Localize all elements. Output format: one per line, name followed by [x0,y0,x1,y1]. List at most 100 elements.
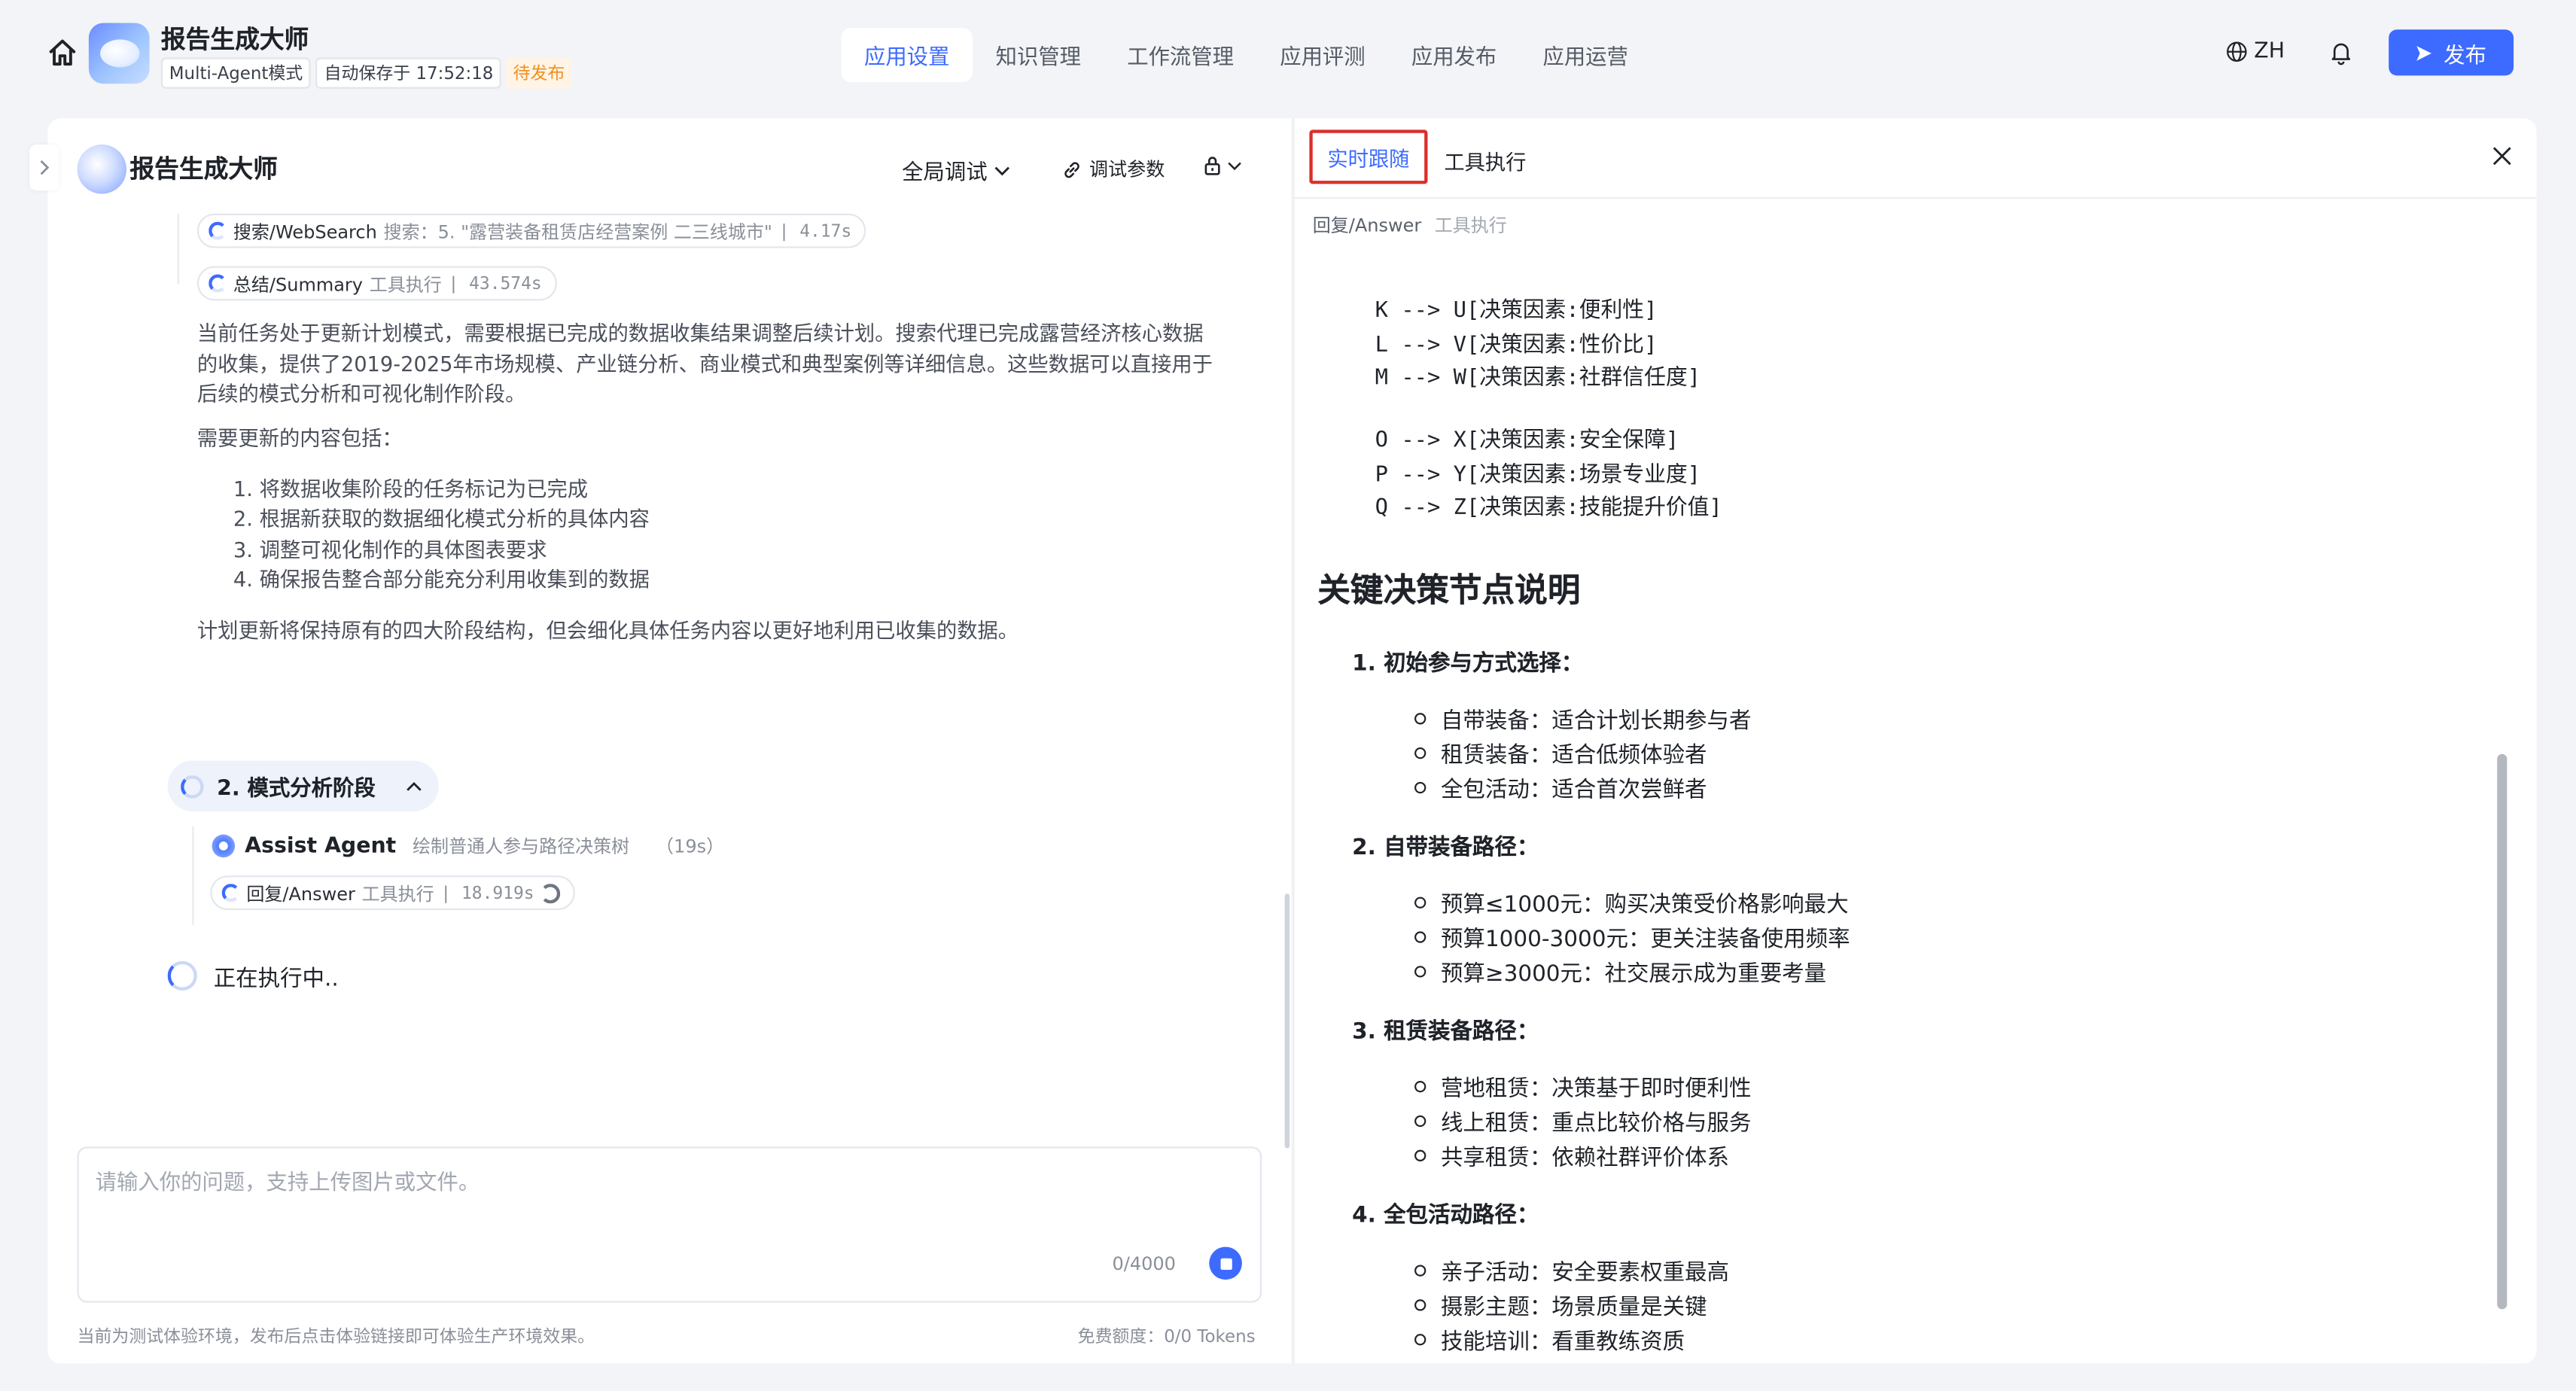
decision-bullet: 自带装备：适合计划长期参与者 [1414,702,1751,735]
tool-desc: 工具执行 [369,273,442,295]
decision-bullet: 线上租赁：重点比较价格与服务 [1414,1104,1751,1137]
publish-button[interactable]: 发布 [2389,29,2514,76]
tool-status-icon [221,884,240,902]
tool-chip-summary[interactable]: 总结/Summary 工具执行 | 43.574s [196,266,557,301]
agent-avatar [77,145,127,194]
debug-params-button[interactable]: 调试参数 [1061,156,1165,182]
trace-scrollbar[interactable] [2497,753,2507,1310]
decision-section-title: 1. 初始参与方式选择： [1352,650,1584,677]
update-items-list: 1. 将数据收集阶段的任务标记为已完成 2. 根据新获取的数据细化模式分析的具体… [233,475,650,595]
plan-update-paragraph: 当前任务处于更新计划模式，需要根据已完成的数据收集结果调整后续计划。搜索代理已完… [196,320,1213,406]
loading-spinner-icon [181,775,204,798]
stage-title: 2. 模式分析阶段 [217,777,376,802]
char-counter: 0/4000 [1112,1253,1176,1275]
status-badge: 待发布 [506,57,572,89]
code-line: M --> W[决策因素:社群信任度] [1375,367,1701,392]
tool-chip-websearch[interactable]: 搜索/WebSearch 搜索：5. "露营装备租赁店经营案例 二三线城市" |… [196,213,866,248]
language-label: ZH [2254,39,2285,65]
chevron-down-icon [1228,161,1241,170]
nav-tab-operations[interactable]: 应用运营 [1520,28,1652,82]
decision-bullet: 租赁装备：适合低频体验者 [1414,736,1707,769]
code-line: K --> U[决策因素:便利性] [1375,299,1658,324]
permission-dropdown[interactable] [1203,154,1242,175]
expand-sidebar-button[interactable] [29,145,59,191]
tab-tool-execution[interactable]: 工具执行 [1444,145,1526,175]
list-item: 1. 将数据收集阶段的任务标记为已完成 [233,476,589,501]
decision-bullet: 亲子活动：安全要素权重最高 [1414,1253,1729,1286]
publish-label: 发布 [2444,43,2487,68]
stage-thread-line [192,826,194,925]
language-switch[interactable]: ZH [2226,39,2285,64]
stop-icon [1219,1257,1232,1269]
decision-bullet: 预算≥3000元：社交展示成为重要考量 [1414,954,1826,988]
global-debug-label: 全局调试 [902,160,988,186]
send-icon [2417,45,2433,60]
thread-line [177,213,179,285]
decision-bullet: 全包活动：适合首次尝鲜者 [1414,771,1707,803]
divider [1294,196,2537,199]
chat-messages: 搜索/WebSearch 搜索：5. "露营装备租赁店经营案例 二三线城市" |… [47,213,1291,1134]
debug-chat-panel: 报告生成大师 全局调试 调试参数 搜索/WebSearch 搜索：5. "露营装… [47,118,1292,1364]
tool-time: | 18.919s [440,883,534,903]
app-logo [88,23,150,84]
tool-desc: 工具执行 [361,883,434,905]
autosave-tag: 自动保存于 17:52:18 [315,57,502,89]
decision-bullet: 营地租赁：决策基于即时便利性 [1414,1070,1751,1102]
tool-status-icon [209,221,227,240]
decision-bullet: 摄影主题：场景质量是关键 [1414,1288,1707,1321]
nav-tab-evaluation[interactable]: 应用评测 [1257,28,1389,82]
globe-icon [2227,41,2247,62]
debug-params-label: 调试参数 [1089,157,1165,181]
plan-summary-paragraph: 计划更新将保持原有的四大阶段结构，但会细化具体任务内容以更好地利用已收集的数据。 [196,617,1019,643]
global-debug-dropdown[interactable]: 全局调试 [902,154,1010,186]
tab-live-follow[interactable]: 实时跟随 [1309,129,1428,184]
main-nav: 应用设置 知识管理 工作流管理 应用评测 应用发布 应用运营 [841,28,1652,83]
loading-spinner-icon [540,883,561,903]
nav-tab-knowledge[interactable]: 知识管理 [973,28,1104,82]
home-icon[interactable] [46,36,79,69]
env-note: 当前为测试体验环境，发布后点击体验链接即可体验生产环境效果。 [77,1327,595,1347]
nav-tab-workflow[interactable]: 工作流管理 [1104,28,1257,82]
code-line: P --> Y[决策因素:场景专业度] [1375,462,1701,488]
assist-agent-time: （19s） [656,836,725,858]
decision-section-title: 4. 全包活动路径： [1352,1202,1539,1229]
chat-input[interactable] [95,1164,1229,1239]
code-line: O --> X[决策因素:安全保障] [1375,428,1679,454]
list-item: 4. 确保报告整合部分能充分利用收集到的数据 [233,566,650,592]
link-icon [1064,161,1079,178]
nav-tab-app-settings[interactable]: 应用设置 [841,28,973,83]
loading-spinner-icon [167,960,197,991]
decision-bullet: 预算≤1000元：购买决策受价格影响最大 [1414,885,1849,918]
chevron-up-icon [406,781,421,790]
tool-desc: 搜索：5. "露营装备租赁店经营案例 二三线城市" [383,221,772,242]
list-item: 3. 调整可视化制作的具体图表要求 [233,536,547,562]
assist-agent-name: Assist Agent [245,833,397,859]
mode-tag: Multi-Agent模式 [160,57,312,89]
update-items-heading: 需要更新的内容包括： [196,425,403,450]
bell-icon[interactable] [2328,39,2354,65]
code-line: L --> V[决策因素:性价比] [1375,333,1658,358]
chevron-right-icon [40,160,50,175]
decision-bullet: 预算1000-3000元：更关注装备使用频率 [1414,920,1850,953]
top-bar: 报告生成大师 Multi-Agent模式 自动保存于 17:52:18 待发布 … [0,0,2576,108]
running-status: 正在执行中.. [167,960,339,993]
close-icon[interactable] [2491,145,2514,168]
chat-scrollbar[interactable] [1284,893,1290,1149]
assist-agent-task: 绘制普通人参与路径决策树 [413,836,630,858]
stage-collapse-toggle[interactable]: 2. 模式分析阶段 [167,760,439,812]
tool-chip-answer[interactable]: 回复/Answer 工具执行 | 18.919s [210,875,576,911]
stop-button[interactable] [1209,1246,1242,1280]
page-bottom [0,1363,2576,1391]
token-quota: 免费额度：0/0 Tokens [1077,1327,1256,1347]
crumb-tool: 回复/Answer [1312,215,1422,237]
app-window: 报告生成大师 Multi-Agent模式 自动保存于 17:52:18 待发布 … [0,0,2576,1391]
list-item: 2. 根据新获取的数据细化模式分析的具体内容 [233,506,650,531]
nav-tab-release[interactable]: 应用发布 [1388,28,1520,82]
decision-section-title: 2. 自带装备路径： [1352,834,1539,861]
section-heading: 关键决策节点说明 [1317,570,1581,610]
assist-agent-row: Assist Agent 绘制普通人参与路径决策树 （19s） [212,832,725,859]
code-line: Q --> Z[决策因素:技能提升价值] [1375,497,1722,522]
trace-breadcrumb: 回复/Answer 工具执行 [1313,212,1507,239]
running-label: 正在执行中.. [213,966,339,993]
app-meta: Multi-Agent模式 自动保存于 17:52:18 待发布 [160,57,572,89]
